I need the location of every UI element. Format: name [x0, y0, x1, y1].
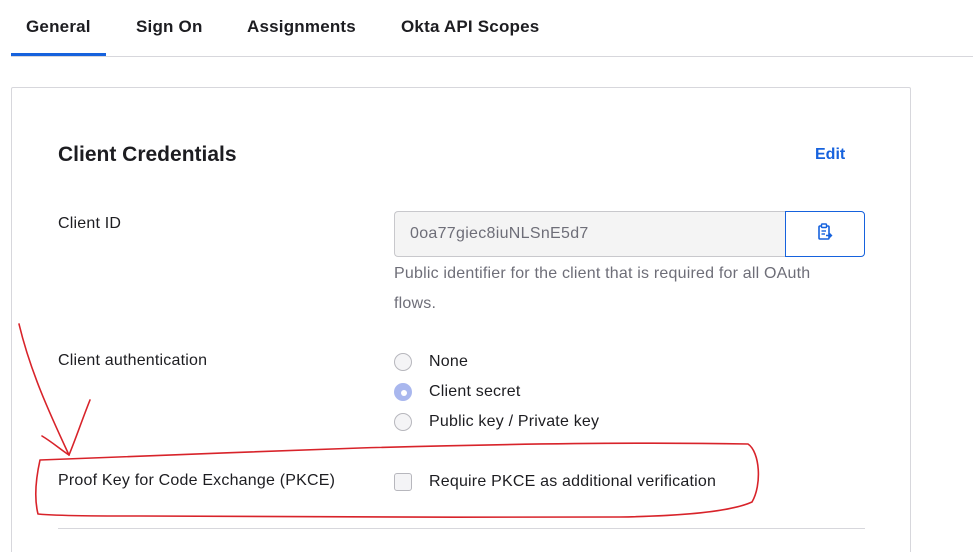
radio-client-secret[interactable] — [394, 383, 412, 401]
edit-button[interactable]: Edit — [815, 146, 845, 164]
client-id-helper-text: Public identifier for the client that is… — [394, 259, 874, 319]
radio-label-client-secret: Client secret — [429, 383, 521, 400]
app-settings-page: General Sign On Assignments Okta API Sco… — [0, 0, 973, 552]
radio-option-none[interactable]: None — [394, 351, 468, 373]
radio-option-public-private-key[interactable]: Public key / Private key — [394, 411, 599, 433]
client-authentication-label: Client authentication — [58, 352, 208, 369]
tab-bar: General Sign On Assignments Okta API Sco… — [11, 0, 973, 57]
radio-label-public-private-key: Public key / Private key — [429, 413, 600, 430]
helper-line-2: flows. — [394, 295, 437, 312]
radio-option-client-secret[interactable]: Client secret — [394, 381, 521, 403]
radio-public-private-key[interactable] — [394, 413, 412, 431]
tab-sign-on[interactable]: Sign On — [136, 17, 203, 37]
section-title: Client Credentials — [58, 143, 237, 166]
tab-general[interactable]: General — [26, 17, 91, 37]
active-tab-indicator — [11, 53, 106, 56]
section-divider — [58, 528, 865, 529]
radio-label-none: None — [429, 353, 469, 370]
tab-okta-api-scopes[interactable]: Okta API Scopes — [401, 17, 539, 37]
clipboard-copy-icon — [817, 222, 833, 246]
client-id-field[interactable] — [394, 211, 786, 257]
copy-client-id-button[interactable] — [785, 211, 865, 257]
client-id-label: Client ID — [58, 215, 122, 232]
radio-none[interactable] — [394, 353, 412, 371]
helper-line-1: Public identifier for the client that is… — [394, 265, 811, 282]
pkce-checkbox[interactable] — [394, 473, 412, 491]
tab-assignments[interactable]: Assignments — [247, 17, 356, 37]
pkce-label: Proof Key for Code Exchange (PKCE) — [58, 472, 336, 489]
pkce-checkbox-label: Require PKCE as additional verification — [429, 473, 717, 490]
pkce-option[interactable]: Require PKCE as additional verification — [394, 471, 716, 493]
